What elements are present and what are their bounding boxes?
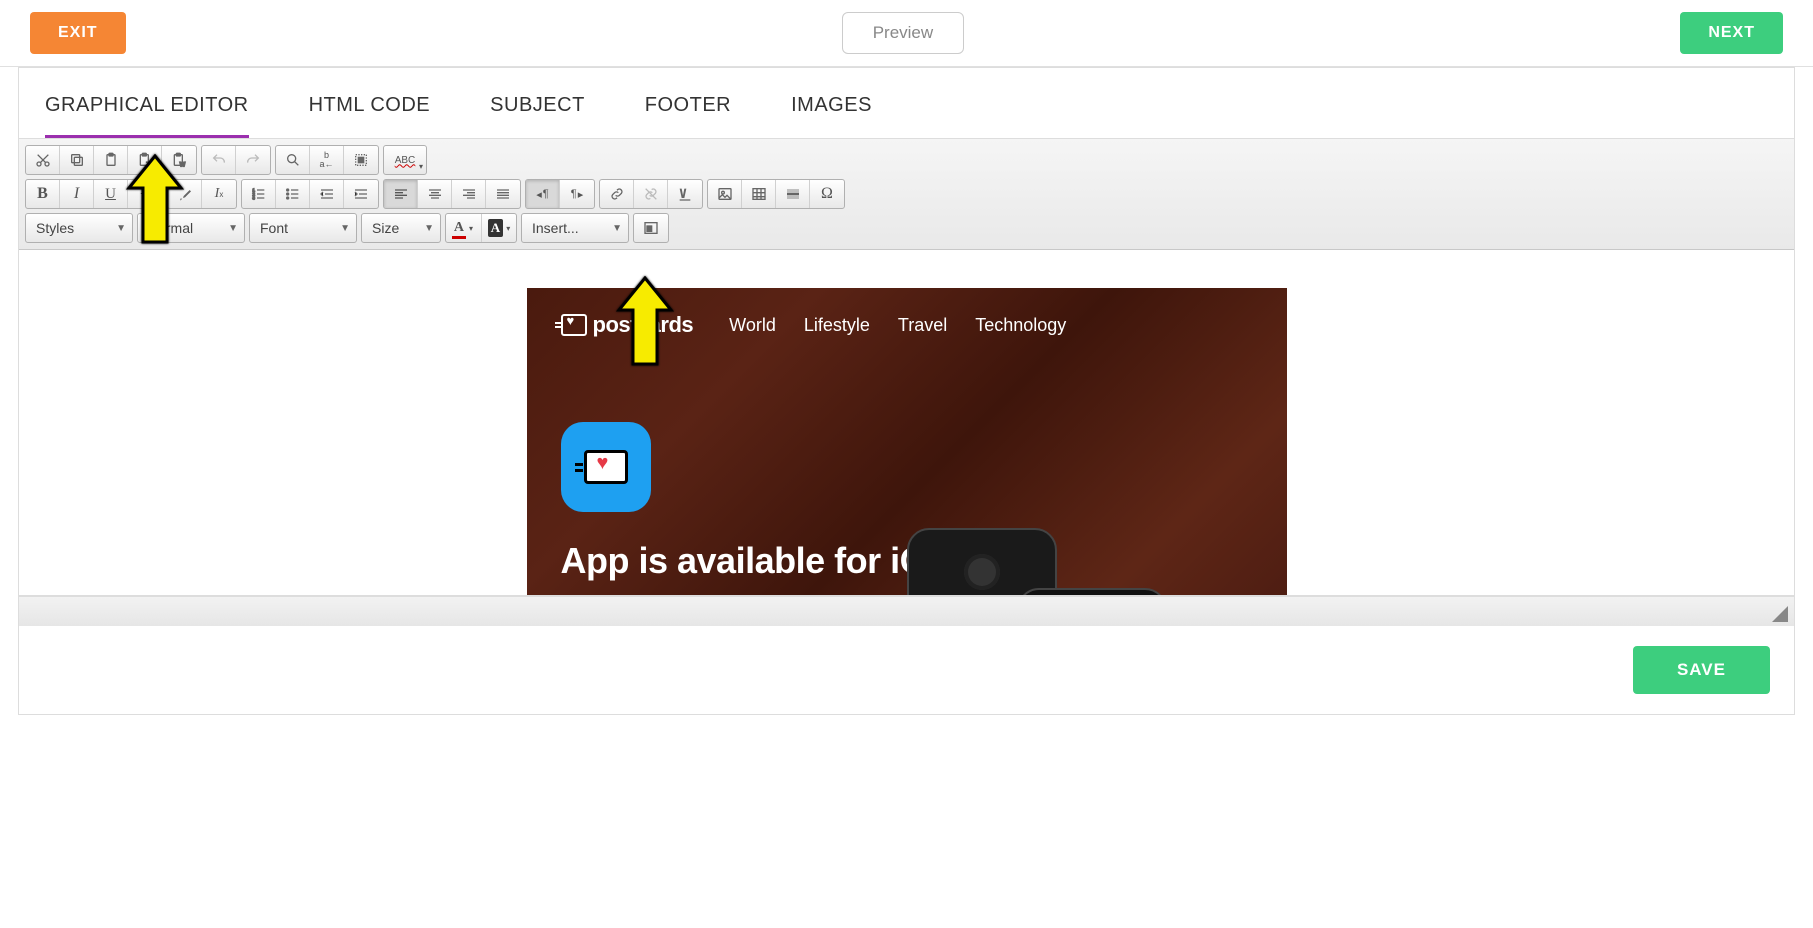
- anchor-icon[interactable]: [668, 180, 702, 208]
- phone-back: [907, 528, 1057, 596]
- app-icon-graphic: [584, 450, 628, 484]
- horizontal-rule-icon[interactable]: [776, 180, 810, 208]
- tab-footer[interactable]: FOOTER: [645, 94, 731, 138]
- editor-tabs: GRAPHICAL EDITOR HTML CODE SUBJECT FOOTE…: [19, 68, 1794, 139]
- nav-link-world: World: [729, 315, 776, 336]
- editor-canvas[interactable]: postcards World Lifestyle Travel Technol…: [19, 250, 1794, 596]
- app-icon: [561, 422, 651, 512]
- editor-panel: GRAPHICAL EDITOR HTML CODE SUBJECT FOOTE…: [18, 67, 1795, 715]
- exit-button[interactable]: EXIT: [30, 12, 126, 54]
- rich-text-toolbar: T W ba←: [19, 139, 1794, 250]
- spellcheck-icon[interactable]: ABC ▾: [384, 146, 426, 174]
- toolbar-row-1: T W ba←: [25, 145, 1788, 175]
- link-icon[interactable]: [600, 180, 634, 208]
- tab-html-code[interactable]: HTML CODE: [309, 94, 431, 138]
- align-justify-icon[interactable]: [486, 180, 520, 208]
- editor-canvas-wrapper: postcards World Lifestyle Travel Technol…: [19, 250, 1794, 626]
- find-icon[interactable]: [276, 146, 310, 174]
- top-bar: EXIT Preview NEXT: [0, 0, 1813, 67]
- font-size-dropdown[interactable]: Size▼: [361, 213, 441, 243]
- redo-icon[interactable]: [236, 146, 270, 174]
- resize-handle[interactable]: [19, 596, 1794, 626]
- special-char-icon[interactable]: Ω: [810, 180, 844, 208]
- replace-icon[interactable]: ba←: [310, 146, 344, 174]
- annotation-arrow-2: [615, 276, 675, 373]
- table-icon[interactable]: [742, 180, 776, 208]
- font-dropdown[interactable]: Font▼: [249, 213, 357, 243]
- insert-dropdown[interactable]: Insert...▼: [521, 213, 629, 243]
- copy-icon[interactable]: [60, 146, 94, 174]
- text-direction-ltr-icon[interactable]: ¶▸: [560, 180, 594, 208]
- nav-link-travel: Travel: [898, 315, 947, 336]
- tab-graphical-editor[interactable]: GRAPHICAL EDITOR: [45, 94, 249, 138]
- tab-subject[interactable]: SUBJECT: [490, 94, 585, 138]
- align-left-icon[interactable]: [384, 180, 418, 208]
- outdent-icon[interactable]: [310, 180, 344, 208]
- image-icon[interactable]: [708, 180, 742, 208]
- text-color-icon[interactable]: A▾: [446, 214, 482, 242]
- styles-dropdown[interactable]: Styles▼: [25, 213, 133, 243]
- align-center-icon[interactable]: [418, 180, 452, 208]
- italic-icon[interactable]: I: [60, 180, 94, 208]
- annotation-arrow-1: [125, 154, 185, 251]
- bullet-list-icon[interactable]: [276, 180, 310, 208]
- paste-icon[interactable]: [94, 146, 128, 174]
- toolbar-row-2: B I U S Ix 123: [25, 179, 1788, 209]
- undo-icon[interactable]: [202, 146, 236, 174]
- background-color-icon[interactable]: A▾: [482, 214, 516, 242]
- phone-mockups: [867, 528, 1167, 596]
- underline-icon[interactable]: U: [94, 180, 128, 208]
- cut-icon[interactable]: [26, 146, 60, 174]
- preview-button[interactable]: Preview: [842, 12, 964, 54]
- postcards-logo-icon: [561, 314, 587, 336]
- svg-text:3: 3: [252, 195, 255, 200]
- unlink-icon[interactable]: [634, 180, 668, 208]
- bold-icon[interactable]: B: [26, 180, 60, 208]
- align-right-icon[interactable]: [452, 180, 486, 208]
- numbered-list-icon[interactable]: 123: [242, 180, 276, 208]
- remove-format-icon[interactable]: Ix: [202, 180, 236, 208]
- maximize-icon[interactable]: [634, 214, 668, 242]
- phone-front: [1017, 588, 1167, 596]
- save-button[interactable]: SAVE: [1633, 646, 1770, 694]
- toolbar-row-3: Styles▼ Normal▼ Font▼ Size▼ A▾ A▾ Insert…: [25, 213, 1788, 243]
- select-all-icon[interactable]: [344, 146, 378, 174]
- footer-bar: SAVE: [19, 626, 1794, 714]
- text-direction-rtl-icon[interactable]: ◂¶: [526, 180, 560, 208]
- indent-icon[interactable]: [344, 180, 378, 208]
- next-button[interactable]: NEXT: [1680, 12, 1783, 54]
- nav-link-technology: Technology: [975, 315, 1066, 336]
- nav-link-lifestyle: Lifestyle: [804, 315, 870, 336]
- tab-images[interactable]: IMAGES: [791, 94, 872, 138]
